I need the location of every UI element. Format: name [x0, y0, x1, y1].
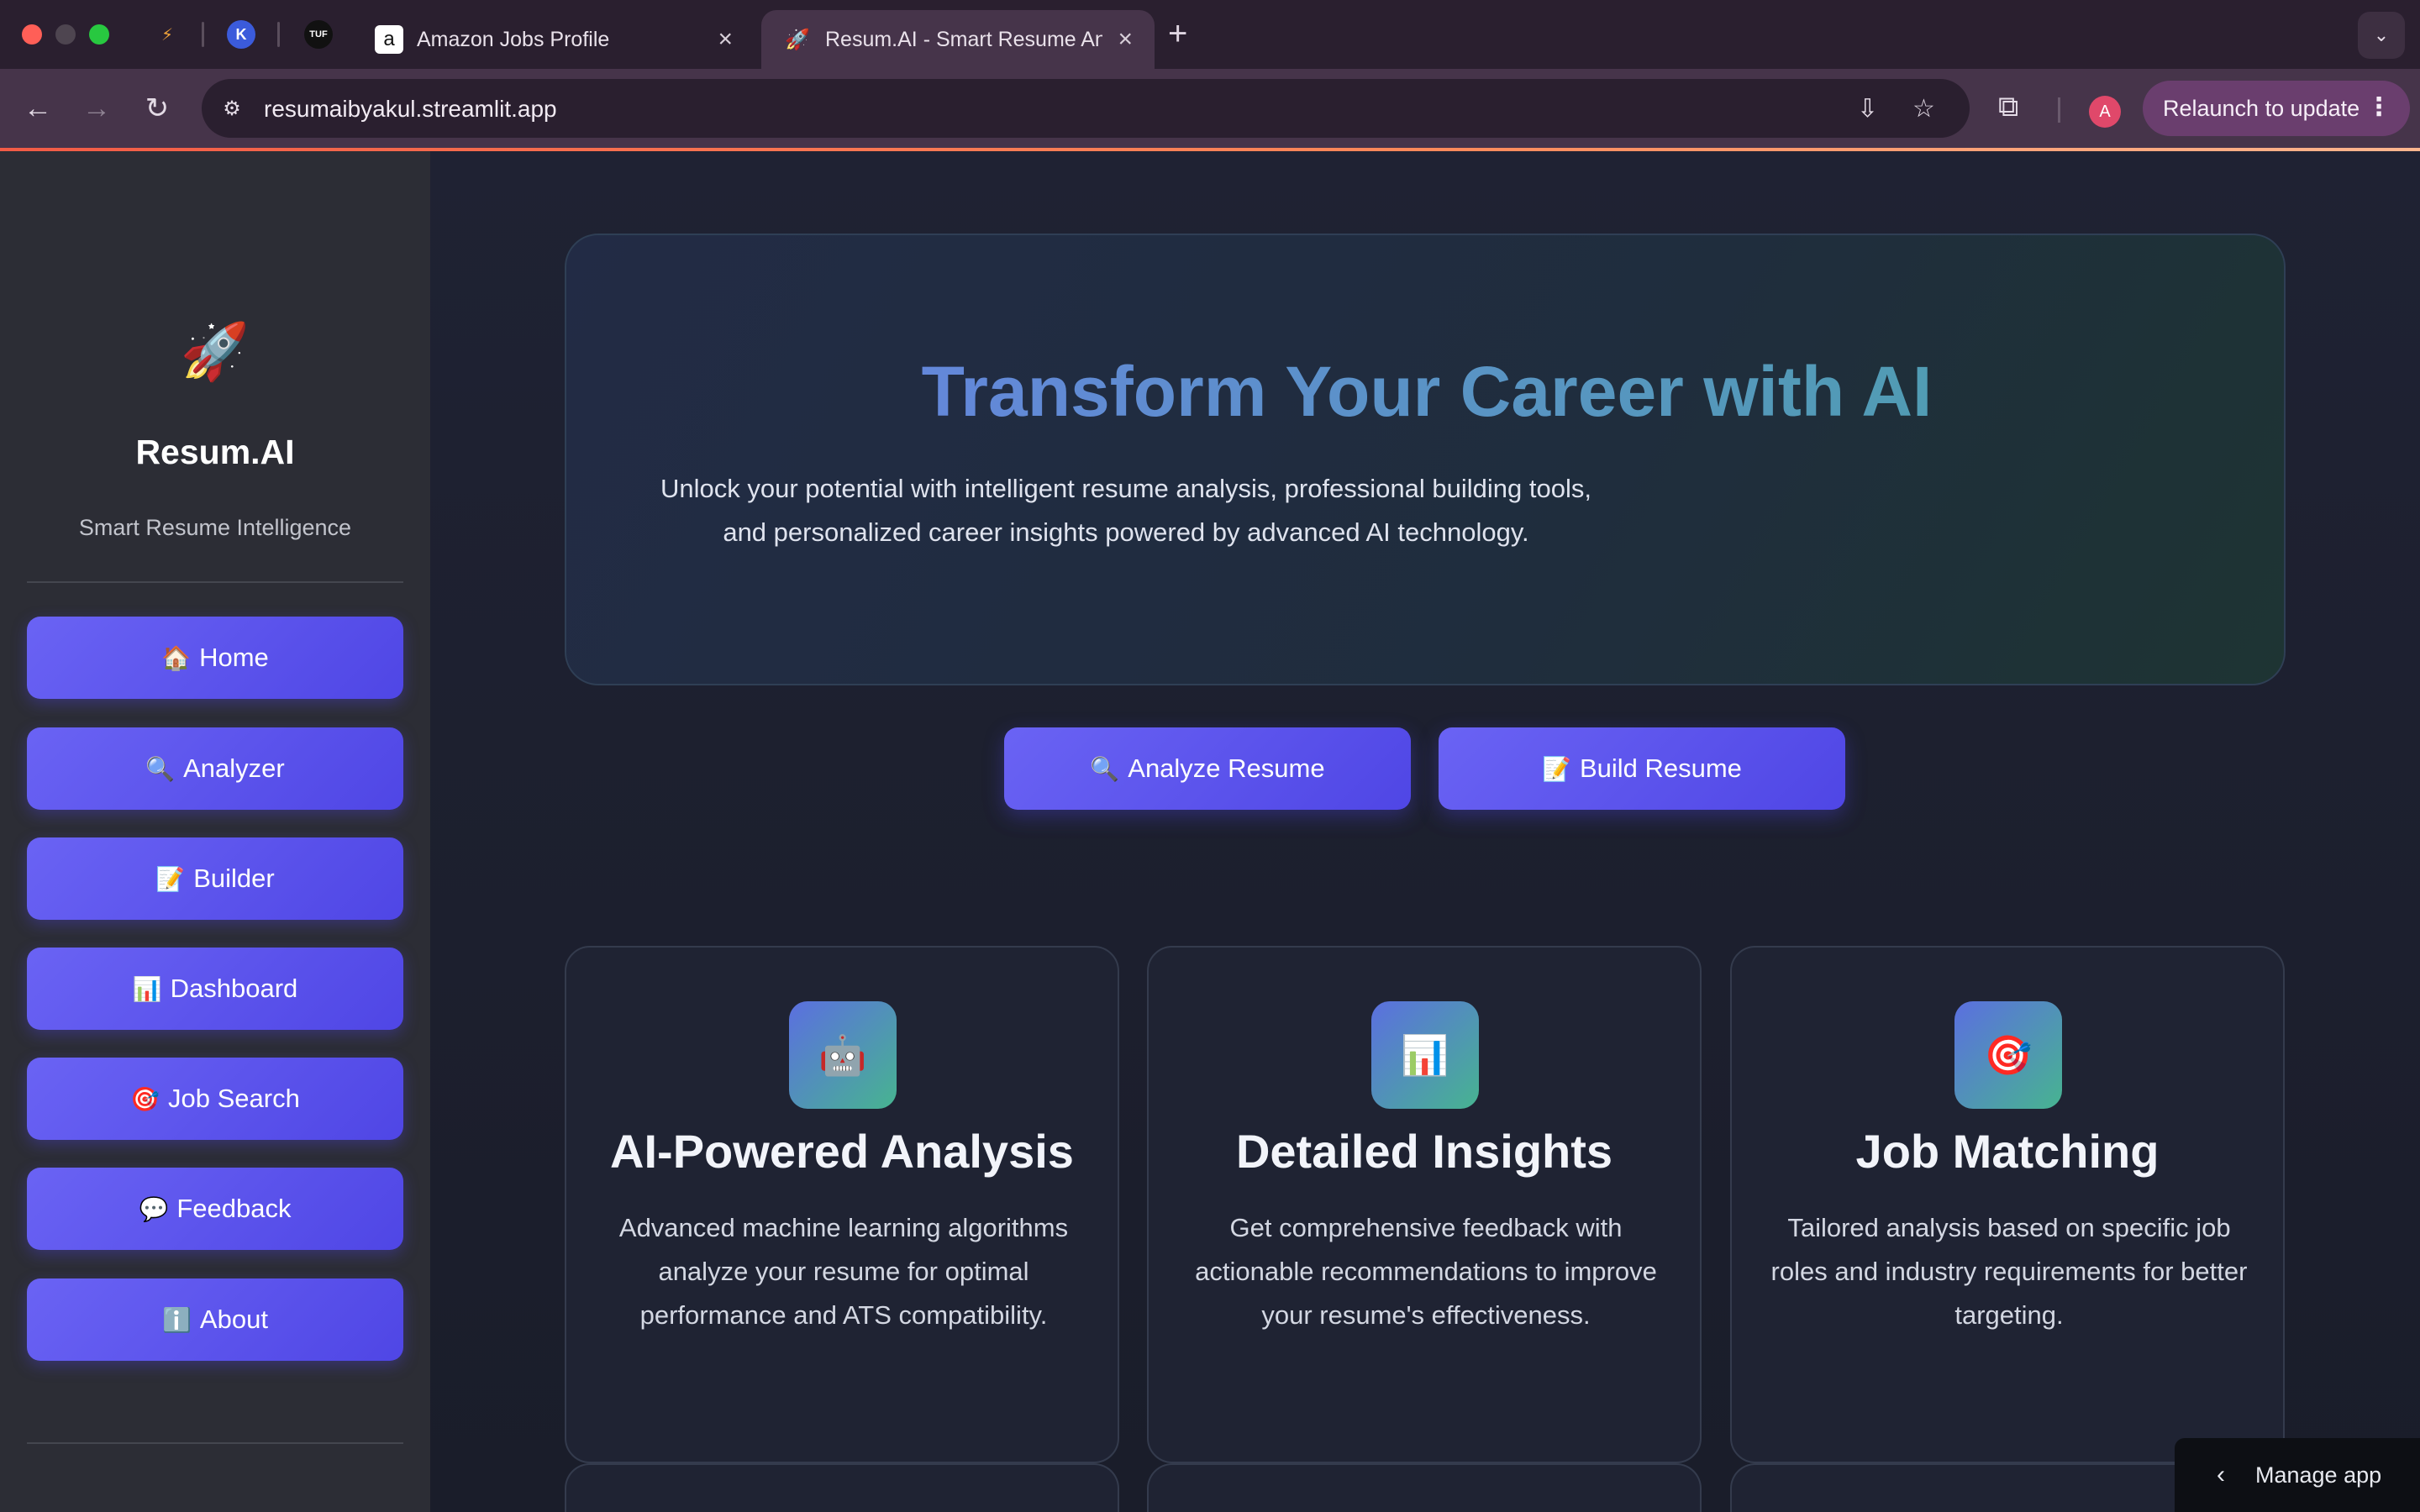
close-icon[interactable]: × — [718, 27, 733, 52]
pinned-tab-1[interactable]: ⚡ — [153, 20, 182, 49]
k-logo-icon: K — [235, 25, 247, 43]
sidebar-item-job-search[interactable]: 🎯 Job Search — [27, 1058, 403, 1140]
stripe-like-icon: ⚡ — [160, 25, 174, 45]
chevron-down-icon: ⌄ — [2373, 24, 2390, 45]
magnifier-icon: 🔍 — [145, 755, 176, 782]
sidebar-item-label: Home — [199, 643, 269, 672]
window-minimize-button[interactable] — [55, 24, 76, 45]
tab-search-button[interactable]: ⌄ — [2358, 12, 2405, 59]
relaunch-button[interactable]: Relaunch to update ⋮ — [2143, 81, 2410, 136]
close-icon[interactable]: × — [1118, 27, 1133, 52]
target-icon: 🎯 — [1954, 1001, 2062, 1109]
feature-card-ai-analysis: 🤖 AI-Powered Analysis Advanced machine l… — [565, 946, 1119, 1463]
tab-resumai[interactable]: 🚀 Resum.AI - Smart Resume Analyzer × — [761, 10, 1155, 69]
sidebar-item-analyzer[interactable]: 🔍 Analyzer — [27, 727, 403, 810]
chevron-left-icon: ‹ — [2217, 1461, 2225, 1488]
arrow-left-icon: ← — [24, 92, 52, 124]
sidebar-item-label: Job Search — [168, 1084, 300, 1113]
rocket-favicon-icon: 🚀 — [785, 28, 810, 51]
feature-card-partial — [565, 1463, 1119, 1512]
extensions-puzzle-icon[interactable]: ⧉ — [1998, 91, 2018, 123]
feature-description: Advanced machine learning algorithms ana… — [618, 1213, 1069, 1330]
feature-description: Get comprehensive feedback with actionab… — [1195, 1213, 1657, 1330]
hero-subtitle: Unlock your potential with intelligent r… — [660, 474, 1591, 547]
browser-tab-bar: ⚡ K TUF a Amazon Jobs Profile × 🚀 Resum.… — [0, 0, 2420, 69]
hero-section: Transform Your Career with AI Unlock you… — [565, 234, 2286, 685]
sidebar-item-label: Analyzer — [183, 753, 285, 783]
site-info-icon[interactable]: ⚙ — [217, 93, 247, 123]
window-close-button[interactable] — [22, 24, 42, 45]
target-icon: 🎯 — [130, 1085, 160, 1112]
relaunch-label: Relaunch to update — [2163, 95, 2360, 121]
reload-button[interactable]: ↻ — [136, 87, 178, 129]
toolbar-separator — [2058, 97, 2060, 123]
back-button[interactable]: ← — [17, 87, 59, 129]
build-resume-label: Build Resume — [1579, 753, 1742, 783]
tab-separator — [202, 22, 204, 47]
tab-separator — [277, 22, 280, 47]
speech-bubble-icon: 💬 — [139, 1195, 169, 1222]
sidebar-divider — [27, 1442, 403, 1444]
sidebar-item-home[interactable]: 🏠 Home — [27, 617, 403, 699]
sidebar: 🚀 Resum.AI Smart Resume Intelligence 🏠 H… — [0, 151, 430, 1512]
sidebar-item-about[interactable]: ℹ️ About — [27, 1278, 403, 1361]
tab-title: Resum.AI - Smart Resume Analyzer — [825, 27, 1102, 51]
sidebar-item-builder[interactable]: 📝 Builder — [27, 837, 403, 920]
analyze-resume-label: Analyze Resume — [1128, 753, 1325, 783]
feature-description: Tailored analysis based on specific job … — [1770, 1213, 2248, 1330]
magnifier-icon: 🔍 — [1090, 755, 1120, 782]
memo-icon: 📝 — [1542, 755, 1571, 782]
profile-avatar[interactable]: A — [2089, 96, 2121, 128]
sidebar-item-feedback[interactable]: 💬 Feedback — [27, 1168, 403, 1250]
bar-chart-icon: 📊 — [1371, 1001, 1479, 1109]
pinned-tab-3[interactable]: TUF — [304, 20, 333, 49]
feature-title: Job Matching — [1855, 1125, 2160, 1178]
bar-chart-icon: 📊 — [132, 975, 162, 1002]
feature-title: AI-Powered Analysis — [610, 1125, 1074, 1178]
url-text: resumaibyakul.streamlit.app — [264, 96, 557, 122]
more-vertical-icon[interactable]: ⋮ — [2366, 92, 2391, 122]
forward-button[interactable]: → — [76, 87, 118, 129]
hero-title: Transform Your Career with AI — [566, 351, 2287, 433]
tab-amazon-jobs[interactable]: a Amazon Jobs Profile × — [353, 10, 755, 69]
info-icon: ℹ️ — [162, 1306, 192, 1333]
tuf-logo-icon: TUF — [309, 29, 328, 39]
build-resume-button[interactable]: 📝 Build Resume — [1439, 727, 1845, 810]
sidebar-item-label: Dashboard — [170, 974, 298, 1003]
sidebar-item-label: Feedback — [176, 1194, 292, 1223]
tab-title: Amazon Jobs Profile — [417, 27, 610, 51]
address-bar[interactable]: ⚙ resumaibyakul.streamlit.app ⇩ ☆ — [202, 79, 1970, 138]
amazon-favicon-icon: a — [375, 25, 403, 54]
arrow-right-icon: → — [82, 92, 111, 124]
new-tab-button[interactable]: + — [1168, 15, 1187, 53]
feature-title: Detailed Insights — [1235, 1125, 1613, 1178]
window-zoom-button[interactable] — [89, 24, 109, 45]
feature-card-insights: 📊 Detailed Insights Get comprehensive fe… — [1147, 946, 1702, 1463]
home-icon: 🏠 — [161, 644, 192, 671]
install-app-icon[interactable]: ⇩ — [1857, 94, 1878, 123]
manage-app-button[interactable]: ‹ Manage app — [2175, 1438, 2420, 1512]
manage-app-label: Manage app — [2255, 1462, 2382, 1488]
brand-tagline: Smart Resume Intelligence — [78, 515, 352, 540]
robot-icon: 🤖 — [789, 1001, 897, 1109]
sidebar-divider — [27, 581, 403, 583]
feature-card-job-matching: 🎯 Job Matching Tailored analysis based o… — [1730, 946, 2285, 1463]
pinned-tab-2[interactable]: K — [227, 20, 255, 49]
analyze-resume-button[interactable]: 🔍 Analyze Resume — [1004, 727, 1411, 810]
bookmark-star-icon[interactable]: ☆ — [1912, 94, 1935, 123]
browser-toolbar: ← → ↻ ⚙ resumaibyakul.streamlit.app ⇩ ☆ … — [0, 69, 2420, 150]
reload-icon: ↻ — [145, 92, 170, 124]
memo-icon: 📝 — [155, 865, 186, 892]
rocket-logo-icon: 🚀 — [180, 320, 250, 382]
brand-name: Resum.AI — [135, 433, 295, 471]
sidebar-item-dashboard[interactable]: 📊 Dashboard — [27, 948, 403, 1030]
main-content: Transform Your Career with AI Unlock you… — [430, 151, 2420, 1512]
sidebar-item-label: Builder — [193, 864, 275, 893]
feature-card-partial — [1147, 1463, 1702, 1512]
sidebar-item-label: About — [199, 1305, 268, 1334]
